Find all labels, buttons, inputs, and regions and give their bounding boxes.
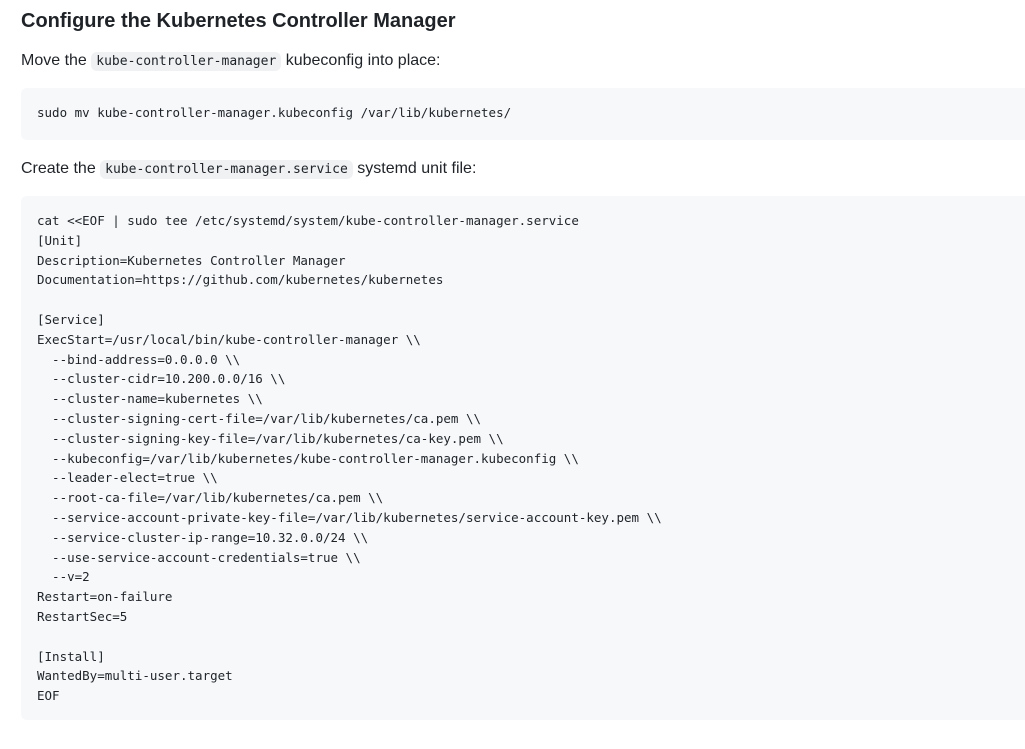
create-unit-file-paragraph: Create the kube-controller-manager.servi… xyxy=(21,157,476,182)
code-block-systemd-unit[interactable]: cat <<EOF | sudo tee /etc/systemd/system… xyxy=(21,196,1025,720)
inline-code: kube-controller-manager xyxy=(91,52,282,71)
section-heading: Configure the Kubernetes Controller Mana… xyxy=(21,10,456,32)
code-block-move-command[interactable]: sudo mv kube-controller-manager.kubeconf… xyxy=(21,88,1025,140)
move-kubeconfig-paragraph: Move the kube-controller-manager kubecon… xyxy=(21,49,441,74)
paragraph-text: Move the xyxy=(21,52,92,69)
paragraph-text: systemd unit file: xyxy=(352,160,477,177)
paragraph-text: Create the xyxy=(21,160,101,177)
inline-code: kube-controller-manager.service xyxy=(100,160,353,179)
paragraph-text: kubeconfig into place: xyxy=(281,52,441,69)
